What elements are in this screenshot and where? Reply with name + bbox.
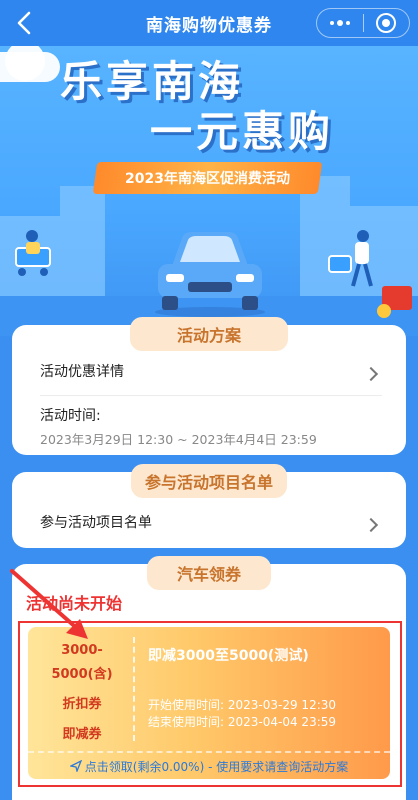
hero-headline-1: 乐享南海 xyxy=(60,57,245,106)
card-tab: 参与活动项目名单 xyxy=(131,464,287,498)
coupon-divider xyxy=(133,637,135,741)
coupon-title: 即减3000至5000(测试) xyxy=(148,648,309,664)
coupon-type-discount: 折扣券 xyxy=(62,697,102,712)
mini-program-capsule xyxy=(316,8,410,38)
close-program-button[interactable] xyxy=(364,9,410,37)
ribbon-text: 2023年南海区促消费活动 xyxy=(125,171,290,187)
more-button[interactable] xyxy=(317,9,363,37)
coupon-end-value: 2023-04-04 23:59 xyxy=(227,715,337,729)
activity-plan-card: 活动方案 活动优惠详情 活动时间: 2023年3月29日 12:30 ~ 202… xyxy=(12,317,406,455)
participating-projects-card: 参与活动项目名单 参与活动项目名单 xyxy=(12,464,406,548)
activity-details-row[interactable]: 活动优惠详情 xyxy=(40,361,382,387)
claim-coupon-text: 点击领取(剩余0.00%) - 使用要求请查询活动方案 xyxy=(84,759,349,774)
coupon-end-label: 结束使用时间: xyxy=(148,715,225,729)
hero-banner: 乐享南海 一元惠购 2023年南海区促消费活动 xyxy=(0,46,418,336)
divider xyxy=(40,395,382,396)
coin-decoration xyxy=(377,304,391,318)
target-icon xyxy=(376,13,397,33)
coupon-range: 3000-5000(含) xyxy=(51,643,113,682)
activity-time-label: 活动时间: xyxy=(40,408,101,424)
projects-list-row[interactable]: 参与活动项目名单 xyxy=(40,512,382,538)
more-dots-icon xyxy=(329,20,350,26)
hero-headline-2: 一元惠购 xyxy=(150,107,335,156)
shopper-illustration xyxy=(15,230,51,276)
coupon-start-time: 开始使用时间: 2023-03-29 12:30 xyxy=(148,697,336,714)
coupon-ticket[interactable]: 3000-5000(含) 折扣券 即减券 即减3000至5000(测试) 开始使… xyxy=(28,627,390,779)
red-arrow-annotation xyxy=(10,569,88,639)
coupon-start-value: 2023-03-29 12:30 xyxy=(227,698,337,712)
card-tab: 活动方案 xyxy=(130,317,288,351)
coupon-end-time: 结束使用时间: 2023-04-04 23:59 xyxy=(148,714,336,731)
coupon-start-label: 开始使用时间: xyxy=(148,698,225,712)
activity-time-value: 2023年3月29日 12:30 ~ 2023年4月4日 23:59 xyxy=(40,432,317,447)
shopper-illustration xyxy=(328,230,373,287)
back-arrow-icon[interactable] xyxy=(12,9,38,37)
projects-list-label: 参与活动项目名单 xyxy=(40,515,152,531)
claim-coupon-link[interactable]: 点击领取(剩余0.00%) - 使用要求请查询活动方案 xyxy=(28,751,390,779)
card-tab: 汽车领券 xyxy=(147,556,271,590)
nav-bar: 南海购物优惠券 xyxy=(0,0,418,46)
car-illustration xyxy=(155,232,265,317)
activity-details-label: 活动优惠详情 xyxy=(40,364,124,380)
coupon-type-instant: 即减券 xyxy=(62,727,102,742)
send-icon xyxy=(69,760,82,772)
page-title: 南海购物优惠券 xyxy=(146,15,272,36)
hero-ribbon: 2023年南海区促消费活动 xyxy=(92,162,323,194)
